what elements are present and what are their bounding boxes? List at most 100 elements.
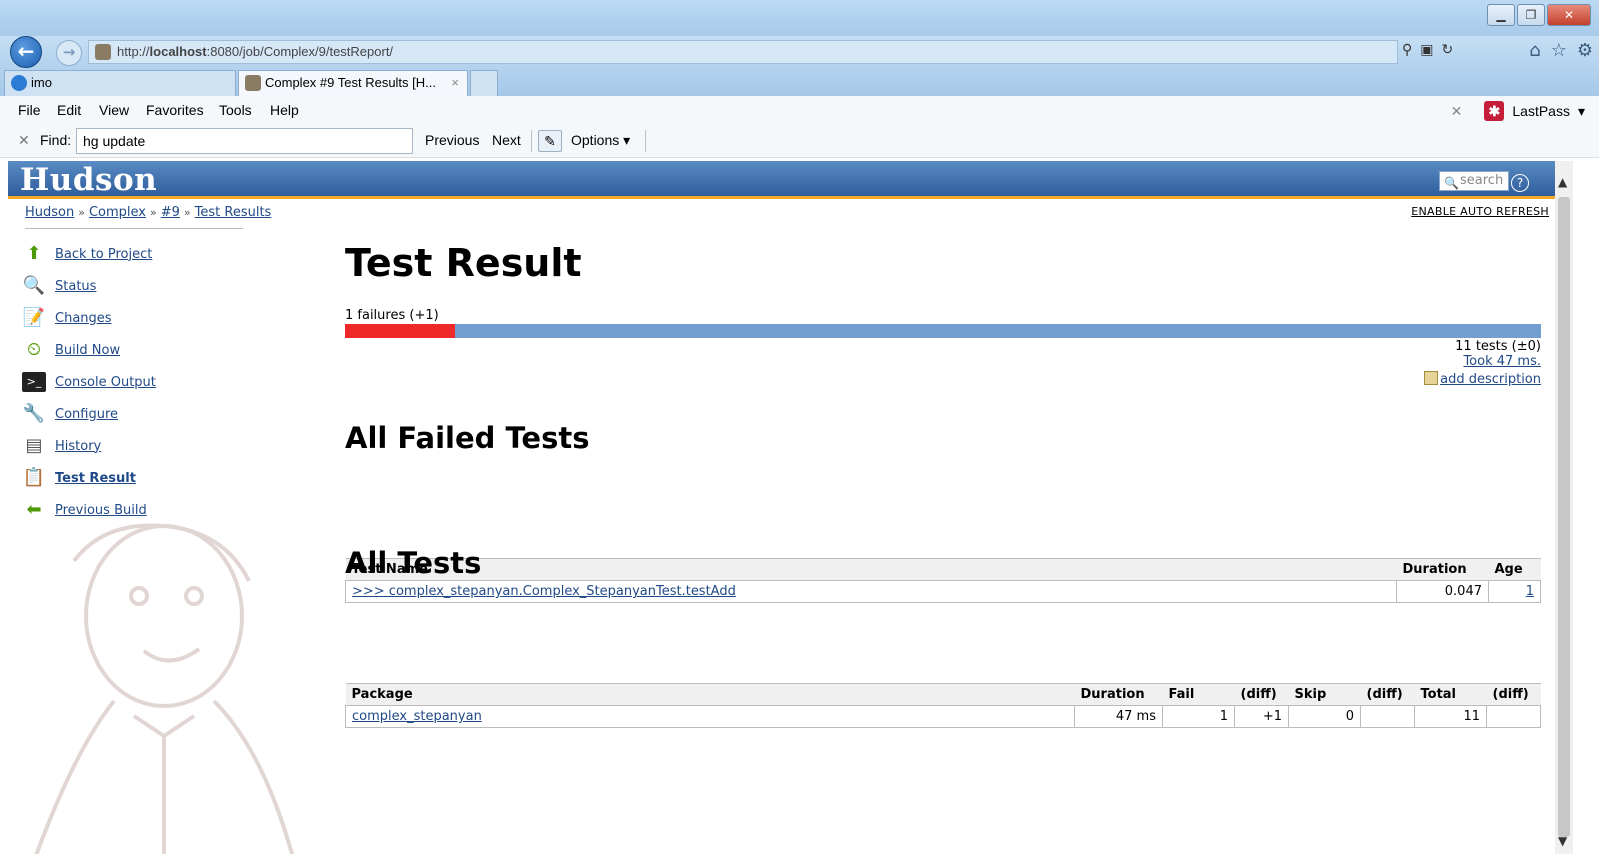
page-title: Test Result [345, 241, 582, 285]
test-progress-bar [345, 324, 1541, 338]
task-history[interactable]: ▤ History [22, 430, 302, 462]
forward-button[interactable]: → [56, 40, 82, 66]
breadcrumb-hudson[interactable]: Hudson [25, 205, 74, 220]
back-button[interactable]: ← [10, 36, 42, 68]
lastpass-label[interactable]: LastPass [1512, 103, 1570, 119]
col-duration[interactable]: Duration [1074, 683, 1163, 706]
home-icon[interactable]: ⌂ [1529, 40, 1540, 61]
task-label[interactable]: Build Now [55, 343, 120, 358]
task-previous-build[interactable]: ⬅ Previous Build [22, 494, 302, 526]
menu-file[interactable]: File [18, 102, 41, 118]
table-row: >>> complex_stepanyan.Complex_StepanyanT… [345, 580, 1541, 603]
package-link[interactable]: complex_stepanyan [352, 709, 482, 724]
task-back-to-project[interactable]: ⬆ Back to Project [22, 238, 302, 270]
task-label[interactable]: Back to Project [55, 247, 152, 262]
find-options-button[interactable]: Options ▾ [571, 132, 630, 149]
lastpass-icon[interactable]: ✱ [1484, 101, 1505, 121]
failed-test-link[interactable]: >>> complex_stepanyan.Complex_StepanyanT… [352, 584, 736, 599]
scroll-up-icon[interactable]: ▲ [1558, 175, 1567, 189]
scroll-down-icon[interactable]: ▼ [1558, 834, 1567, 848]
duration-cell: 47 ms [1074, 705, 1163, 728]
hudson-logo[interactable]: Hudson [20, 161, 157, 199]
vertical-scrollbar[interactable]: ▲ ▼ [1555, 161, 1573, 854]
clock-icon: ⏲ [26, 339, 42, 360]
search-icon: 🔍 [1444, 176, 1459, 190]
task-test-result[interactable]: 📋 Test Result [22, 462, 302, 494]
maximize-button[interactable]: ❐ [1517, 4, 1545, 26]
breadcrumb-build[interactable]: #9 [161, 205, 180, 220]
find-bar: ✕ Find: Previous Next ✎ Options ▾ [0, 126, 1599, 158]
menu-favorites[interactable]: Favorites [146, 102, 204, 118]
task-configure[interactable]: 🔧 Configure [22, 398, 302, 430]
task-label[interactable]: Status [55, 279, 96, 294]
menu-help[interactable]: Help [270, 102, 299, 118]
skip-diff-cell [1360, 705, 1415, 728]
task-changes[interactable]: 📝 Changes [22, 302, 302, 334]
enable-auto-refresh-link[interactable]: ENABLE AUTO REFRESH [1411, 205, 1549, 218]
task-label[interactable]: Test Result [55, 471, 136, 486]
find-input[interactable] [76, 128, 413, 154]
fail-diff-cell: +1 [1234, 705, 1289, 728]
tab-label: Complex #9 Test Results [H... [265, 75, 436, 90]
browser-toolbar-icons: ⌂ ☆ ⚙ [1529, 40, 1593, 61]
close-toolbar-icon[interactable]: ✕ [1451, 103, 1463, 120]
col-skip-diff[interactable]: (diff) [1360, 683, 1415, 706]
notepad-icon: 📝 [22, 307, 46, 328]
task-build-now[interactable]: ⏲ Build Now [22, 334, 302, 366]
breadcrumb-separator: » [183, 206, 191, 219]
task-console-output[interactable]: >_ Console Output [22, 366, 302, 398]
highlight-pencil-icon[interactable]: ✎ [538, 130, 562, 152]
refresh-icon[interactable]: ↻ [1442, 42, 1454, 58]
col-total-diff[interactable]: (diff) [1486, 683, 1541, 706]
add-description-link[interactable]: add description [1424, 371, 1541, 387]
new-tab-button[interactable] [470, 70, 498, 96]
compat-view-icon[interactable]: ▣ [1420, 42, 1433, 58]
skip-cell: 0 [1288, 705, 1361, 728]
col-age[interactable]: Age [1488, 558, 1541, 581]
address-tools: ⚲ ▣ ↻ [1402, 42, 1453, 58]
close-tab-icon[interactable]: × [451, 71, 459, 95]
breadcrumb-separator: » [150, 206, 157, 219]
favorites-star-icon[interactable]: ☆ [1551, 40, 1567, 61]
hudson-header: Hudson 🔍 search ? [8, 161, 1555, 199]
tab-test-results[interactable]: Complex #9 Test Results [H... × [238, 70, 468, 96]
col-total[interactable]: Total [1414, 683, 1487, 706]
task-label[interactable]: Console Output [55, 375, 156, 390]
breadcrumb-complex[interactable]: Complex [89, 205, 146, 220]
address-row: ← → http://localhost:8080/job/Complex/9/… [0, 36, 1599, 68]
find-previous-button[interactable]: Previous [425, 132, 479, 148]
age-link[interactable]: 1 [1526, 584, 1534, 599]
address-bar[interactable]: http://localhost:8080/job/Complex/9/test… [88, 40, 1398, 64]
scrollbar-thumb[interactable] [1558, 197, 1570, 837]
menu-view[interactable]: View [99, 102, 129, 118]
total-cell: 11 [1414, 705, 1487, 728]
col-test-name[interactable]: Test Name [345, 558, 1397, 581]
task-label[interactable]: Previous Build [55, 503, 147, 518]
add-description-label: add description [1440, 372, 1541, 387]
col-fail[interactable]: Fail [1162, 683, 1235, 706]
close-window-button[interactable]: ✕ [1547, 4, 1591, 26]
task-label[interactable]: Changes [55, 311, 112, 326]
minimize-button[interactable]: ▁ [1487, 4, 1515, 26]
breadcrumb-test-results[interactable]: Test Results [195, 205, 272, 220]
menu-edit[interactable]: Edit [57, 102, 81, 118]
left-arrow-icon: ⬅ [26, 499, 42, 520]
find-next-button[interactable]: Next [492, 132, 521, 148]
col-skip[interactable]: Skip [1288, 683, 1361, 706]
settings-gear-icon[interactable]: ⚙ [1577, 40, 1593, 61]
chevron-down-icon[interactable]: ▾ [1578, 103, 1585, 120]
fail-cell: 1 [1162, 705, 1235, 728]
task-label[interactable]: Configure [55, 407, 118, 422]
search-input[interactable]: 🔍 search [1439, 171, 1509, 191]
search-icon[interactable]: ⚲ [1402, 42, 1412, 58]
menu-tools[interactable]: Tools [219, 102, 252, 118]
task-label[interactable]: History [55, 439, 101, 454]
col-duration[interactable]: Duration [1396, 558, 1489, 581]
took-duration-link[interactable]: Took 47 ms. [1463, 354, 1541, 369]
tab-imo[interactable]: imo [4, 70, 236, 96]
close-find-icon[interactable]: ✕ [18, 132, 30, 149]
task-status[interactable]: 🔍 Status [22, 270, 302, 302]
col-fail-diff[interactable]: (diff) [1234, 683, 1289, 706]
help-icon[interactable]: ? [1511, 174, 1529, 192]
col-package[interactable]: Package [345, 683, 1075, 706]
